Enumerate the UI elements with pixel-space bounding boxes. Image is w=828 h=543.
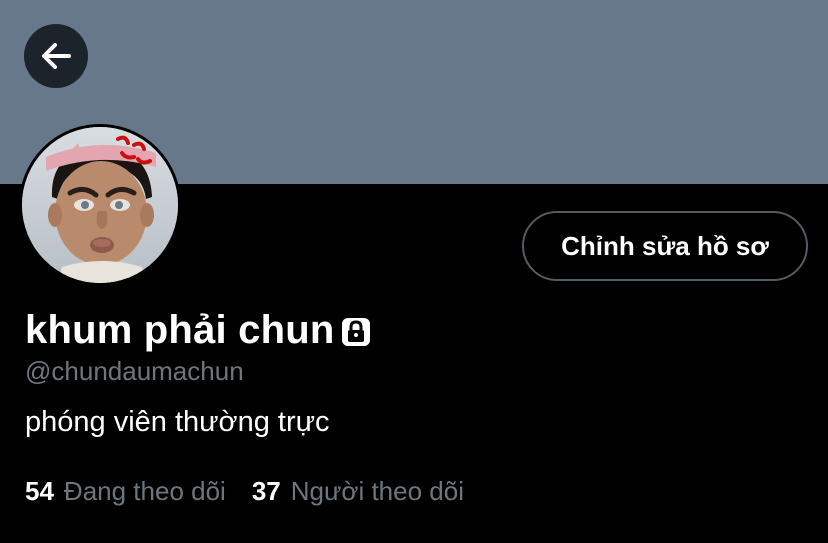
edit-profile-label: Chỉnh sửa hồ sơ [561,230,769,261]
display-name-row: khum phải chun [25,304,372,356]
lock-icon [340,316,372,348]
follow-stats: 54 Đang theo dõi 37 Người theo dõi [25,476,464,507]
back-button[interactable] [24,24,88,88]
following-count: 54 [25,476,54,506]
profile-screen: Chỉnh sửa hồ sơ khum phải chun @chundaum… [0,0,828,543]
edit-profile-button[interactable]: Chỉnh sửa hồ sơ [522,211,808,281]
following-label: Đang theo dõi [63,476,226,506]
followers-link[interactable]: 37 Người theo dõi [252,476,464,507]
followers-label: Người theo dõi [290,476,464,506]
profile-avatar[interactable] [19,124,181,286]
arrow-left-icon [38,38,74,74]
followers-count: 37 [251,476,281,506]
display-name: khum phải chun [25,307,335,352]
username-handle: @chundaumachun [25,356,244,386]
following-link[interactable]: 54 Đang theo dõi [25,476,226,507]
profile-bio: phóng viên thường trực [25,406,330,438]
